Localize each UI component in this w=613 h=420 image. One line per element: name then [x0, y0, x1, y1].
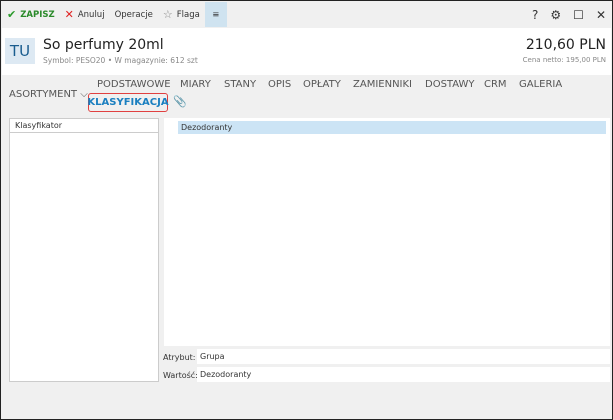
gear-icon[interactable]: ⚙: [550, 8, 561, 22]
save-button[interactable]: ✔ ZAPISZ: [2, 2, 60, 27]
tab-oplaty[interactable]: OPŁATY: [303, 79, 341, 90]
tab-podstawowe[interactable]: PODSTAWOWE: [97, 79, 171, 90]
classifier-panel: Klasyfikator: [9, 118, 159, 382]
check-icon: ✔: [7, 8, 17, 21]
maximize-icon[interactable]: ☐: [573, 8, 584, 22]
menu-button[interactable]: ≡: [204, 2, 227, 27]
tab-crm[interactable]: CRM: [484, 79, 507, 90]
close-window-icon[interactable]: ✕: [596, 8, 606, 22]
attribute-label: Atrybut:: [163, 353, 196, 362]
value-label: Wartość:: [163, 371, 198, 380]
star-icon: ☆: [162, 8, 173, 21]
tab-miary[interactable]: MIARY: [180, 79, 211, 90]
avatar: TU: [5, 38, 35, 64]
page-title: So perfumy 20ml: [43, 37, 164, 53]
window: ✔ ZAPISZ ✕ Anuluj Operacje ☆ Flaga ≡ ? ⚙ ☐ …: [0, 0, 613, 420]
operations-button[interactable]: Operacje: [110, 2, 158, 27]
tab-assortment[interactable]: ASORTYMENT ⌵: [9, 89, 88, 100]
tab-opis[interactable]: OPIS: [268, 79, 291, 90]
help-icon[interactable]: ?: [532, 8, 538, 22]
tab-dostawy[interactable]: DOSTAWY: [425, 79, 475, 90]
list-item[interactable]: Dezodoranty: [178, 121, 606, 134]
attribute-field[interactable]: Grupa: [197, 349, 610, 364]
value-field[interactable]: Dezodoranty: [197, 367, 610, 382]
cancel-button[interactable]: ✕ Anuluj: [60, 2, 110, 27]
paperclip-icon[interactable]: 📎: [173, 95, 187, 108]
record-header: TU So perfumy 20ml Symbol: PESO20 • W ma…: [2, 28, 611, 75]
classifier-header: Klasyfikator: [10, 119, 158, 133]
price: 210,60 PLN: [525, 37, 606, 53]
close-icon: ✕: [64, 8, 74, 21]
flag-button[interactable]: ☆ Flaga: [158, 2, 205, 27]
tab-klasyfikacja[interactable]: KLASYFIKACJA: [87, 93, 169, 112]
tab-zamienniki[interactable]: ZAMIENNIKI: [353, 79, 412, 90]
toolbar: ✔ ZAPISZ ✕ Anuluj Operacje ☆ Flaga ≡: [2, 2, 611, 27]
tab-galeria[interactable]: GALERIA: [519, 79, 562, 90]
subtitle: Symbol: PESO20 • W magazynie: 612 szt: [43, 56, 198, 65]
tab-stany[interactable]: STANY: [224, 79, 256, 90]
classification-list: Dezodoranty: [164, 118, 610, 346]
net-price: Cena netto: 195,00 PLN: [522, 56, 606, 64]
